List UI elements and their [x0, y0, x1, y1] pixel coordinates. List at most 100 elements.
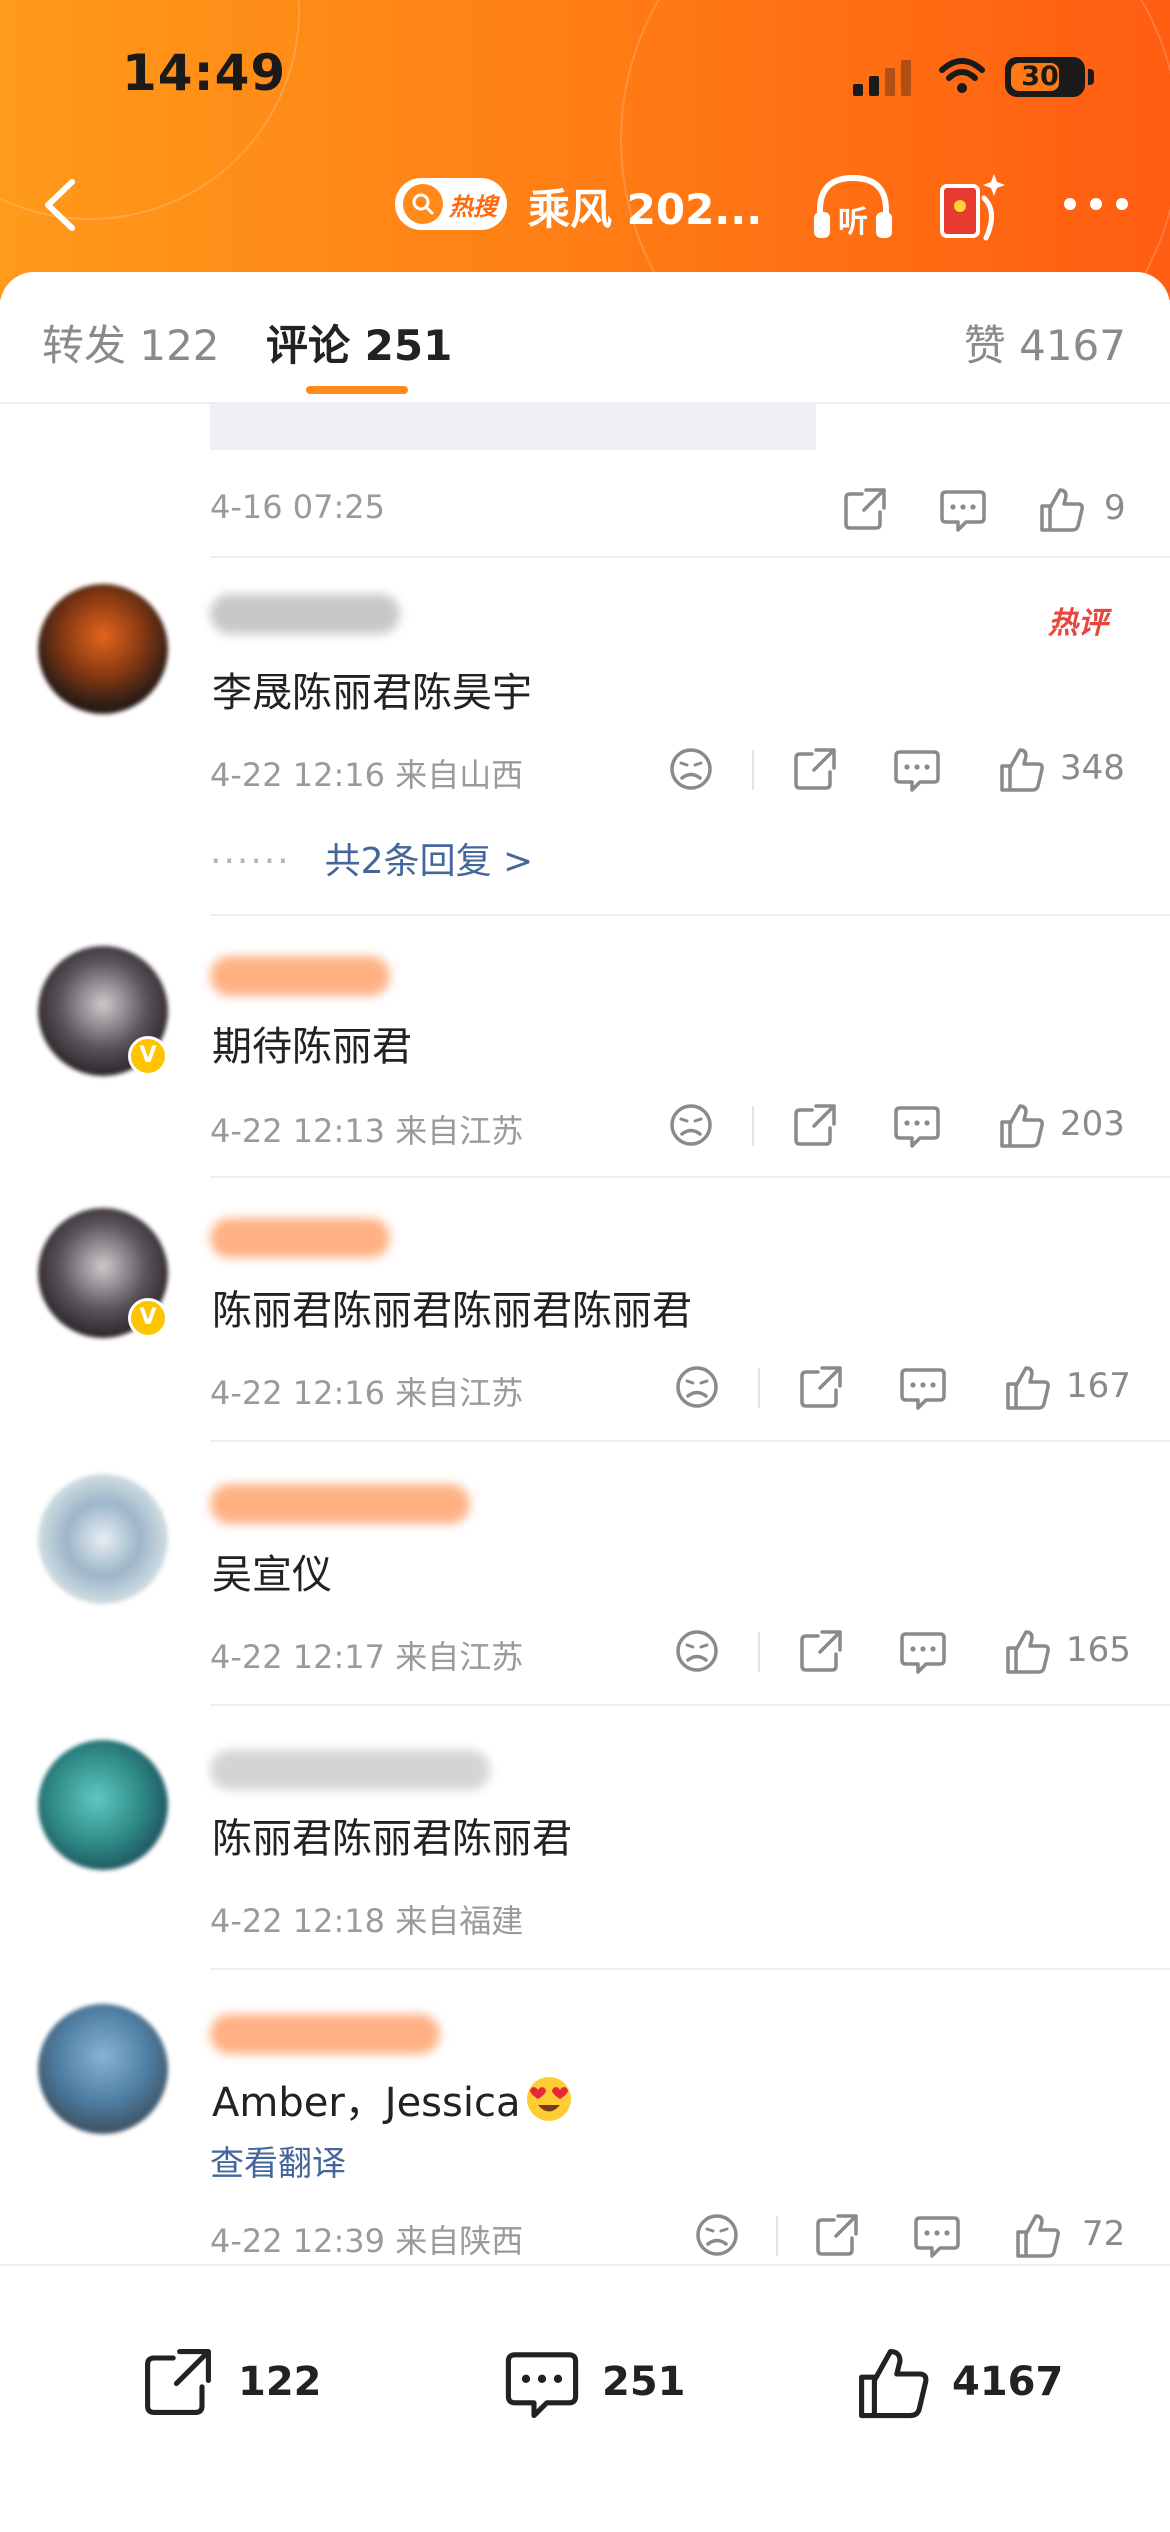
comment-actions: 165: [666, 1626, 1146, 1686]
share-icon: [145, 2349, 211, 2415]
verified-badge-icon: V: [128, 1298, 168, 1338]
battery-nub: [1088, 69, 1094, 85]
repost-count: 122: [238, 2359, 322, 2405]
page-title: 乘风 202...: [528, 185, 763, 234]
comment-actions: 9: [660, 484, 1140, 544]
comment-text: 李晟陈丽君陈昊宇: [212, 670, 532, 716]
comment-feed[interactable]: 4-16 07:25 9 热评 李晟陈丽君陈昊宇 4-22 12:16 来自山西…: [0, 404, 1170, 2264]
heart-eyes-emoji-icon: [524, 2074, 574, 2134]
avatar[interactable]: [38, 2004, 168, 2134]
svg-text:听: 听: [838, 205, 868, 240]
action-divider: [758, 1368, 760, 1408]
username-blurred[interactable]: [210, 1484, 470, 1524]
username-blurred[interactable]: [210, 594, 400, 634]
share-icon[interactable]: [812, 2210, 862, 2260]
action-divider: [776, 2216, 778, 2256]
username-blurred[interactable]: [210, 1218, 390, 1258]
comment-icon: [505, 2352, 579, 2419]
translate-link[interactable]: 查看翻译: [210, 2136, 346, 2185]
dislike-face-icon[interactable]: [666, 1100, 716, 1150]
thumb-up-icon[interactable]: [1002, 1362, 1052, 1412]
verified-badge-icon: V: [128, 1036, 168, 1076]
comment-icon[interactable]: [898, 1626, 948, 1676]
red-packet-button[interactable]: [932, 168, 1012, 248]
username-blurred[interactable]: [210, 956, 390, 996]
like-count: 203: [1060, 1104, 1125, 1144]
comment-icon[interactable]: [898, 1362, 948, 1412]
like-count: 348: [1060, 748, 1125, 788]
thumb-up-icon[interactable]: [1036, 484, 1086, 534]
comment-meta: 4-22 12:13 来自江苏: [210, 1112, 524, 1150]
bottom-action-bar: 122 251 4167: [0, 2264, 1170, 2532]
comment-actions: 167: [666, 1362, 1146, 1422]
comment-button[interactable]: 251: [502, 2342, 686, 2422]
battery-icon: 30: [1005, 57, 1085, 97]
repost-button[interactable]: 122: [138, 2342, 322, 2422]
back-button[interactable]: [28, 170, 98, 240]
status-time: 14:49: [122, 44, 287, 102]
comment-meta: 4-22 12:16 来自山西: [210, 756, 524, 794]
thumb-up-icon[interactable]: [996, 1100, 1046, 1150]
tab-bar: 转发 122 评论 251 赞 4167: [0, 272, 1170, 404]
hot-comment-tag: 热评: [1048, 606, 1108, 641]
thumb-up-icon[interactable]: [1002, 1626, 1052, 1676]
comment-item: 热评 李晟陈丽君陈昊宇 4-22 12:16 来自山西 348 ······ 共…: [0, 558, 1170, 918]
avatar[interactable]: [38, 1740, 168, 1870]
tab-repost[interactable]: 转发 122: [42, 312, 220, 373]
like-count: 72: [1082, 2214, 1126, 2254]
dislike-face-icon[interactable]: [672, 1362, 722, 1412]
comment-icon[interactable]: [892, 744, 942, 794]
comment-meta: 4-22 12:17 来自江苏: [210, 1638, 524, 1676]
thumb-up-icon[interactable]: [1012, 2210, 1062, 2260]
comment-item: Amber，Jessica 查看翻译 4-22 12:39 来自陕西 72: [0, 1970, 1170, 2264]
like-button[interactable]: 4167: [852, 2342, 1063, 2422]
share-icon[interactable]: [796, 1626, 846, 1676]
dislike-face-icon[interactable]: [672, 1626, 722, 1676]
comment-item: V 期待陈丽君 4-22 12:13 来自江苏 203: [0, 916, 1170, 1178]
hot-search-badge[interactable]: 热搜: [395, 178, 507, 230]
avatar[interactable]: [38, 584, 168, 714]
comment-text-body: Amber，Jessica: [212, 2080, 521, 2126]
share-icon[interactable]: [840, 484, 890, 534]
comment-icon[interactable]: [938, 484, 988, 534]
comment-item: 陈丽君陈丽君陈丽君 4-22 12:18 来自福建: [0, 1706, 1170, 1968]
action-divider: [752, 750, 754, 790]
view-replies-link[interactable]: ······ 共2条回复 >: [210, 832, 533, 884]
share-icon[interactable]: [790, 1100, 840, 1150]
avatar[interactable]: [38, 1474, 168, 1604]
like-count: 4167: [952, 2359, 1064, 2405]
like-count: 167: [1066, 1366, 1131, 1406]
share-icon[interactable]: [790, 744, 840, 794]
image-preview-strip[interactable]: [210, 404, 816, 450]
comment-actions: 348: [660, 744, 1140, 804]
battery-level: 30: [1021, 61, 1059, 92]
tab-like[interactable]: 赞 4167: [964, 312, 1126, 373]
more-button[interactable]: [1056, 186, 1136, 222]
wifi-icon: [939, 58, 985, 93]
red-packet-icon: [940, 174, 1005, 241]
comment-meta: 4-16 07:25: [210, 488, 386, 526]
comment-text: 陈丽君陈丽君陈丽君陈丽君: [212, 1288, 692, 1334]
tab-comment[interactable]: 评论 251: [266, 312, 452, 373]
nav-bar: 热搜 乘风 202... 听: [0, 150, 1170, 260]
username-blurred[interactable]: [210, 2014, 440, 2054]
share-icon[interactable]: [796, 1362, 846, 1412]
dislike-face-icon[interactable]: [666, 744, 716, 794]
comment-icon[interactable]: [912, 2210, 962, 2260]
comment-text: 陈丽君陈丽君陈丽君: [212, 1816, 572, 1862]
comment-meta: 4-22 12:18 来自福建: [210, 1902, 524, 1940]
replies-dots: ······: [210, 841, 291, 882]
comment-meta: 4-22 12:39 来自陕西: [210, 2222, 524, 2260]
username-blurred[interactable]: [210, 1750, 490, 1790]
top-comment-footer: 4-16 07:25 9: [0, 464, 1170, 564]
comment-icon[interactable]: [892, 1100, 942, 1150]
comment-actions: 72: [686, 2210, 1166, 2264]
hot-search-label: 热搜: [449, 192, 497, 221]
status-bar: 14:49 30: [0, 0, 1170, 150]
comment-count: 251: [602, 2359, 686, 2405]
comment-meta: 4-22 12:16 来自江苏: [210, 1374, 524, 1412]
active-tab-indicator: [306, 386, 408, 394]
dislike-face-icon[interactable]: [692, 2210, 742, 2260]
listen-button[interactable]: 听: [810, 170, 896, 246]
thumb-up-icon[interactable]: [996, 744, 1046, 794]
